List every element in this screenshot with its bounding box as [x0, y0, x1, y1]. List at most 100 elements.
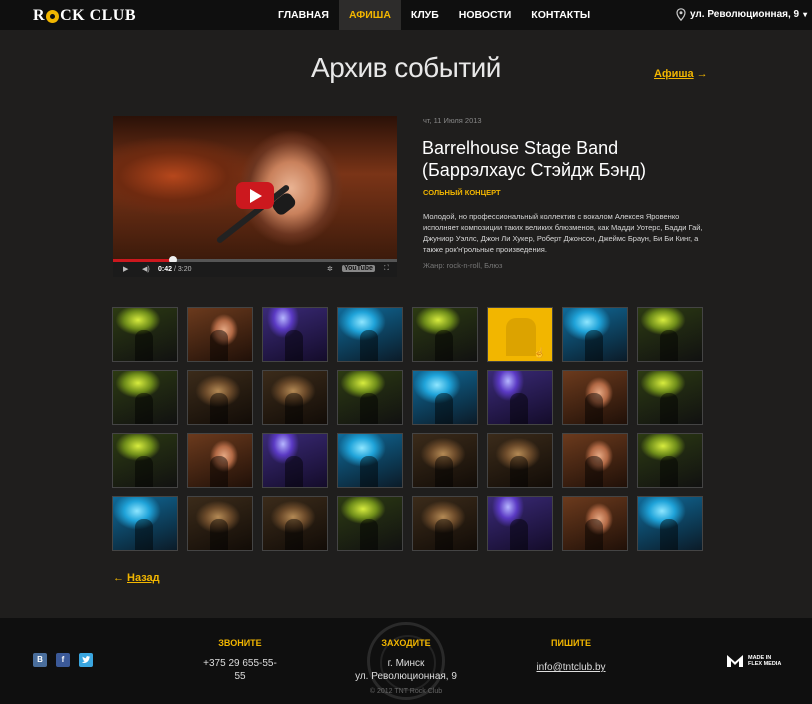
- nav-item-afisha[interactable]: АФИША: [338, 0, 401, 30]
- performer-silhouette: [210, 393, 228, 424]
- gallery-thumb[interactable]: [637, 433, 703, 488]
- afisha-link[interactable]: Афиша →: [654, 68, 708, 80]
- logo-text: CK CLUB: [60, 7, 137, 24]
- gallery-thumb[interactable]: [562, 307, 628, 362]
- performer-silhouette: [660, 519, 678, 550]
- address-selector[interactable]: ул. Революционная, 9 ▾: [676, 8, 807, 21]
- footer-email[interactable]: info@tntclub.by: [536, 662, 605, 673]
- gallery-thumb[interactable]: [487, 433, 553, 488]
- performer-silhouette: [285, 519, 303, 550]
- current-time: 0:42: [158, 266, 173, 273]
- gallery-thumb[interactable]: [562, 370, 628, 425]
- performer-silhouette: [285, 330, 303, 361]
- site-footer: В f twitter ЗВОНИТЕ +375 29 655-55-55 ЗА…: [0, 618, 812, 704]
- gallery-thumb[interactable]: [487, 370, 553, 425]
- gallery-thumb[interactable]: [337, 307, 403, 362]
- flex-media-logo-icon: [727, 655, 743, 667]
- footer-visit-heading: ЗАХОДИТЕ: [381, 638, 431, 648]
- gallery-thumb[interactable]: [637, 496, 703, 551]
- gallery-thumb[interactable]: [337, 370, 403, 425]
- performer-silhouette: [360, 456, 378, 487]
- gallery-thumb[interactable]: [187, 433, 253, 488]
- volume-icon[interactable]: ◀): [142, 265, 150, 273]
- performer-silhouette: [135, 456, 153, 487]
- nav-item-news[interactable]: НОВОСТИ: [449, 0, 522, 30]
- site-logo[interactable]: R CK CLUB: [33, 7, 136, 25]
- performer-silhouette: [585, 519, 603, 550]
- gallery-thumb[interactable]: [262, 496, 328, 551]
- duration: 3:20: [177, 266, 192, 273]
- flex-media-label: FLEX MEDIA: [748, 661, 782, 667]
- footer-phone[interactable]: +375 29 655-55-55: [200, 657, 280, 683]
- nav-item-contacts[interactable]: КОНТАКТЫ: [521, 0, 600, 30]
- gallery-thumb[interactable]: [262, 370, 328, 425]
- performer-silhouette: [210, 330, 228, 361]
- logo-letter: R: [33, 7, 46, 24]
- back-link[interactable]: ← Назад: [113, 572, 160, 584]
- gallery-thumb[interactable]: [112, 496, 178, 551]
- gallery-thumb[interactable]: [187, 307, 253, 362]
- photo-gallery: ☝: [112, 307, 703, 551]
- performer-silhouette: [285, 393, 303, 424]
- play-button[interactable]: [236, 182, 274, 209]
- play-icon[interactable]: ▶: [123, 265, 128, 273]
- performer-silhouette: [435, 393, 453, 424]
- gallery-thumb[interactable]: [187, 370, 253, 425]
- gallery-thumb[interactable]: [112, 307, 178, 362]
- youtube-logo[interactable]: YouTube: [342, 265, 375, 272]
- facebook-icon[interactable]: f: [56, 653, 70, 667]
- main-nav: ГЛАВНАЯ АФИША КЛУБ НОВОСТИ КОНТАКТЫ: [268, 0, 600, 30]
- gallery-thumb[interactable]: [637, 307, 703, 362]
- performer-silhouette: [660, 393, 678, 424]
- gallery-thumb[interactable]: [412, 307, 478, 362]
- video-time: 0:42 / 3:20: [158, 266, 192, 273]
- video-player[interactable]: ▶ ◀) 0:42 / 3:20 ✲ YouTube ⛶: [113, 116, 397, 277]
- event-description: Молодой, но профессиональный коллектив с…: [423, 212, 703, 254]
- copyright: © 2012 TNT Rock Club: [369, 688, 443, 695]
- back-link-label: Назад: [127, 572, 160, 584]
- gallery-thumb[interactable]: [637, 370, 703, 425]
- performer-silhouette: [435, 456, 453, 487]
- arrow-left-icon: ←: [113, 572, 124, 584]
- footer-write: ПИШИТЕ info@tntclub.by: [531, 638, 611, 675]
- flex-media-text: MADE IN FLEX MEDIA: [748, 655, 781, 667]
- settings-icon[interactable]: ✲: [327, 265, 333, 273]
- site-header: R CK CLUB ГЛАВНАЯ АФИША КЛУБ НОВОСТИ КОНТ…: [0, 0, 812, 30]
- performer-silhouette: [510, 519, 528, 550]
- performer-silhouette: [435, 330, 453, 361]
- address-text: ул. Революционная, 9: [690, 9, 800, 20]
- gallery-thumb[interactable]: [562, 433, 628, 488]
- social-links: В f twitter: [33, 653, 93, 667]
- twitter-icon[interactable]: twitter: [79, 653, 93, 667]
- gallery-thumb[interactable]: ☝: [487, 307, 553, 362]
- event-type: СОЛЬНЫЙ КОНЦЕРТ: [423, 188, 501, 197]
- performer-silhouette: [660, 456, 678, 487]
- performer-silhouette: [135, 393, 153, 424]
- nav-item-club[interactable]: КЛУБ: [401, 0, 449, 30]
- fullscreen-icon[interactable]: ⛶: [384, 265, 389, 273]
- gallery-thumb[interactable]: [187, 496, 253, 551]
- gallery-thumb[interactable]: [487, 496, 553, 551]
- vk-icon[interactable]: В: [33, 653, 47, 667]
- gallery-thumb[interactable]: [337, 433, 403, 488]
- gallery-thumb[interactable]: [112, 433, 178, 488]
- event-title: Barrelhouse Stage Band (Баррэлхаус Стэйд…: [422, 138, 646, 180]
- flex-media-badge[interactable]: MADE IN FLEX MEDIA: [726, 654, 781, 668]
- performer-silhouette: [585, 456, 603, 487]
- gallery-thumb[interactable]: [337, 496, 403, 551]
- gallery-thumb[interactable]: [112, 370, 178, 425]
- performer-silhouette: [360, 519, 378, 550]
- nav-item-home[interactable]: ГЛАВНАЯ: [268, 0, 339, 30]
- gallery-thumb[interactable]: [562, 496, 628, 551]
- footer-street: ул. Революционная, 9: [355, 671, 457, 682]
- gallery-thumb[interactable]: [262, 433, 328, 488]
- gallery-thumb[interactable]: [412, 496, 478, 551]
- gallery-thumb[interactable]: [262, 307, 328, 362]
- gallery-thumb[interactable]: [412, 433, 478, 488]
- performer-silhouette: [510, 456, 528, 487]
- performer-silhouette: [510, 393, 528, 424]
- location-pin-icon: [676, 8, 686, 21]
- performer-silhouette: [135, 330, 153, 361]
- footer-visit: ЗАХОДИТЕ г. Минск ул. Революционная, 9: [346, 638, 466, 683]
- gallery-thumb[interactable]: [412, 370, 478, 425]
